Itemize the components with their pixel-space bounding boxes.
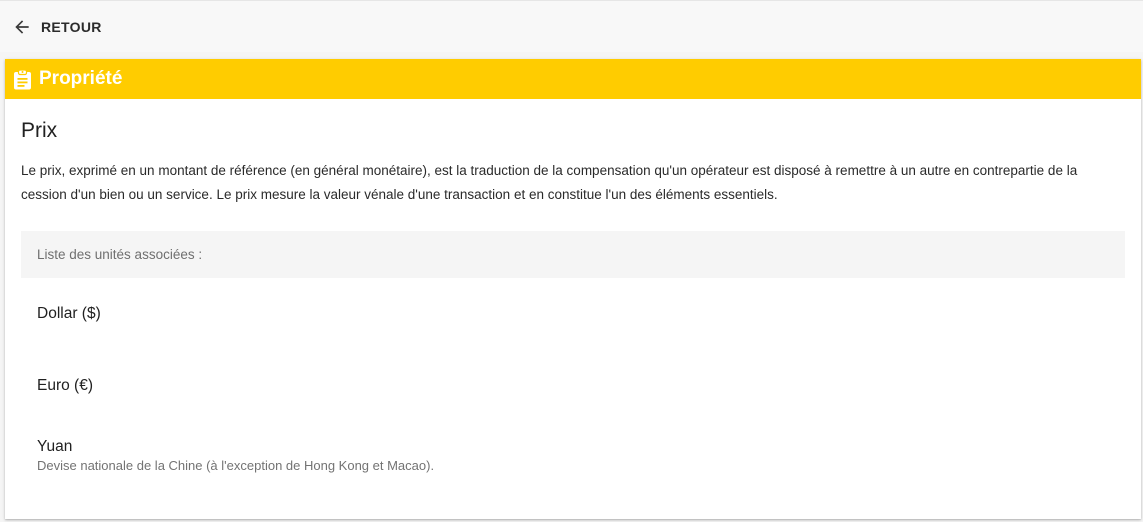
arrow-left-icon bbox=[15, 20, 29, 34]
clipboard-icon bbox=[14, 68, 31, 89]
card-header-title: Propriété bbox=[39, 68, 123, 89]
unit-item-dollar: Dollar ($) bbox=[37, 305, 1117, 323]
page-title: Prix bbox=[21, 119, 58, 142]
top-bar: RETOUR bbox=[0, 0, 1143, 52]
units-list-label: Liste des unités associées : bbox=[37, 247, 203, 262]
unit-item-yuan: Yuan Devise nationale de la Chine (à l'e… bbox=[37, 438, 1117, 473]
back-button[interactable]: RETOUR bbox=[12, 15, 102, 39]
unit-name: Dollar ($) bbox=[37, 305, 101, 322]
card-header: Propriété bbox=[5, 59, 1141, 99]
unit-description: Devise nationale de la Chine (à l'except… bbox=[37, 458, 435, 473]
unit-name: Yuan bbox=[37, 438, 73, 455]
unit-item-euro: Euro (€) bbox=[37, 377, 1117, 395]
units-list-header: Liste des unités associées : bbox=[21, 231, 1125, 278]
back-label: RETOUR bbox=[41, 19, 102, 35]
description-text: Le prix, exprimé en un montant de référe… bbox=[21, 163, 1078, 202]
property-card: Propriété Prix Le prix, exprimé en un mo… bbox=[5, 59, 1141, 519]
unit-name: Euro (€) bbox=[37, 377, 93, 394]
